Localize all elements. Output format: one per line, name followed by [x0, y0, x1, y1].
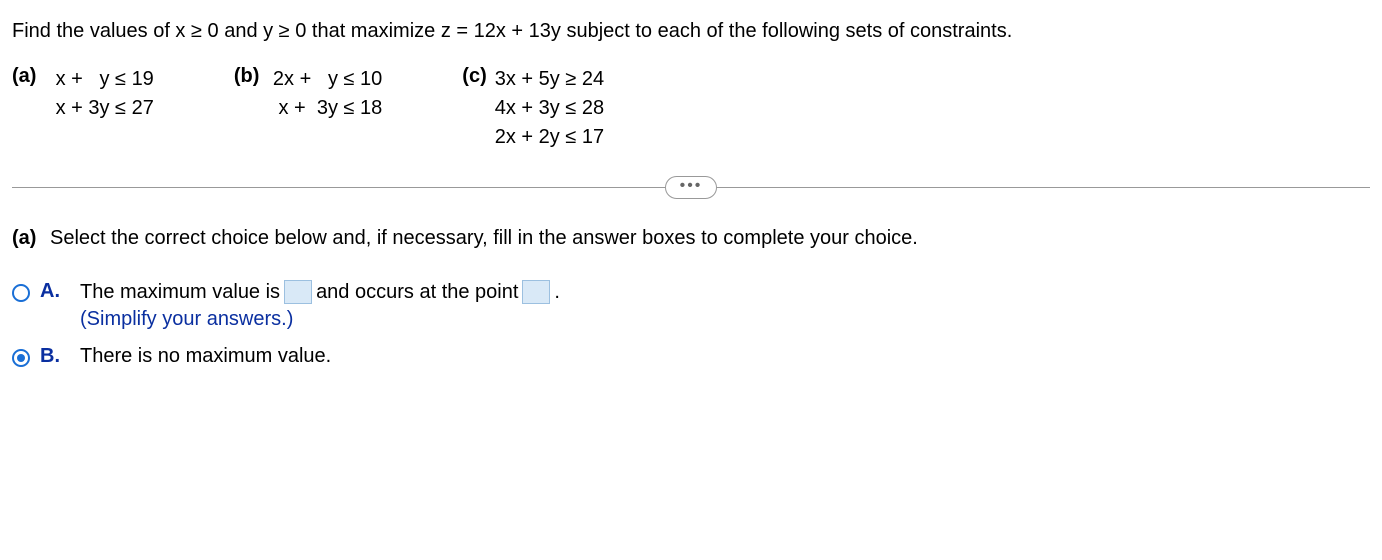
part-b-line-1: 2x + y ≤ 10 — [267, 65, 382, 94]
part-a-line-1: x + y ≤ 19 — [44, 65, 153, 94]
section-divider: ••• — [12, 176, 1370, 199]
part-b-label: (b) — [234, 65, 260, 88]
choice-b-text: There is no maximum value. — [80, 345, 331, 368]
choice-a-row: A. The maximum value is and occurs at th… — [12, 280, 1370, 331]
question-text: Select the correct choice below and, if … — [44, 227, 917, 249]
radio-choice-b[interactable] — [12, 349, 30, 367]
part-c: (c) 3x + 5y ≥ 24 4x + 3y ≤ 28 2x + 2y ≤ … — [462, 65, 604, 152]
divider-dots-icon[interactable]: ••• — [665, 176, 718, 199]
choice-b-row: B. There is no maximum value. — [12, 345, 1370, 368]
part-a-line-2: x + 3y ≤ 27 — [44, 94, 153, 123]
part-a: (a) x + y ≤ 19 x + 3y ≤ 27 — [12, 65, 154, 152]
choices: A. The maximum value is and occurs at th… — [12, 280, 1370, 368]
part-c-line-3: 2x + 2y ≤ 17 — [495, 123, 604, 152]
choice-a-letter: A. — [40, 280, 64, 303]
question-prompt: (a) Select the correct choice below and,… — [12, 227, 1370, 250]
part-c-line-1: 3x + 5y ≥ 24 — [495, 65, 604, 94]
choice-b-letter: B. — [40, 345, 64, 368]
question-label: (a) — [12, 227, 36, 249]
problem-prompt: Find the values of x ≥ 0 and y ≥ 0 that … — [12, 20, 1370, 43]
divider-line-left — [12, 187, 665, 188]
part-b: (b) 2x + y ≤ 10 x + 3y ≤ 18 — [234, 65, 382, 152]
part-a-label: (a) — [12, 65, 36, 88]
choice-a-text-after: . — [554, 281, 560, 304]
divider-line-right — [717, 187, 1370, 188]
radio-choice-a[interactable] — [12, 284, 30, 302]
answer-box-value[interactable] — [284, 280, 312, 304]
choice-a-text-before: The maximum value is — [80, 281, 280, 304]
part-b-line-2: x + 3y ≤ 18 — [267, 94, 382, 123]
choice-a-hint: (Simplify your answers.) — [80, 308, 560, 331]
part-c-label: (c) — [462, 65, 486, 88]
part-c-line-2: 4x + 3y ≤ 28 — [495, 94, 604, 123]
answer-box-point[interactable] — [522, 280, 550, 304]
constraints-row: (a) x + y ≤ 19 x + 3y ≤ 27 (b) 2x + y ≤ … — [12, 65, 1370, 152]
choice-a-text-mid: and occurs at the point — [316, 281, 518, 304]
